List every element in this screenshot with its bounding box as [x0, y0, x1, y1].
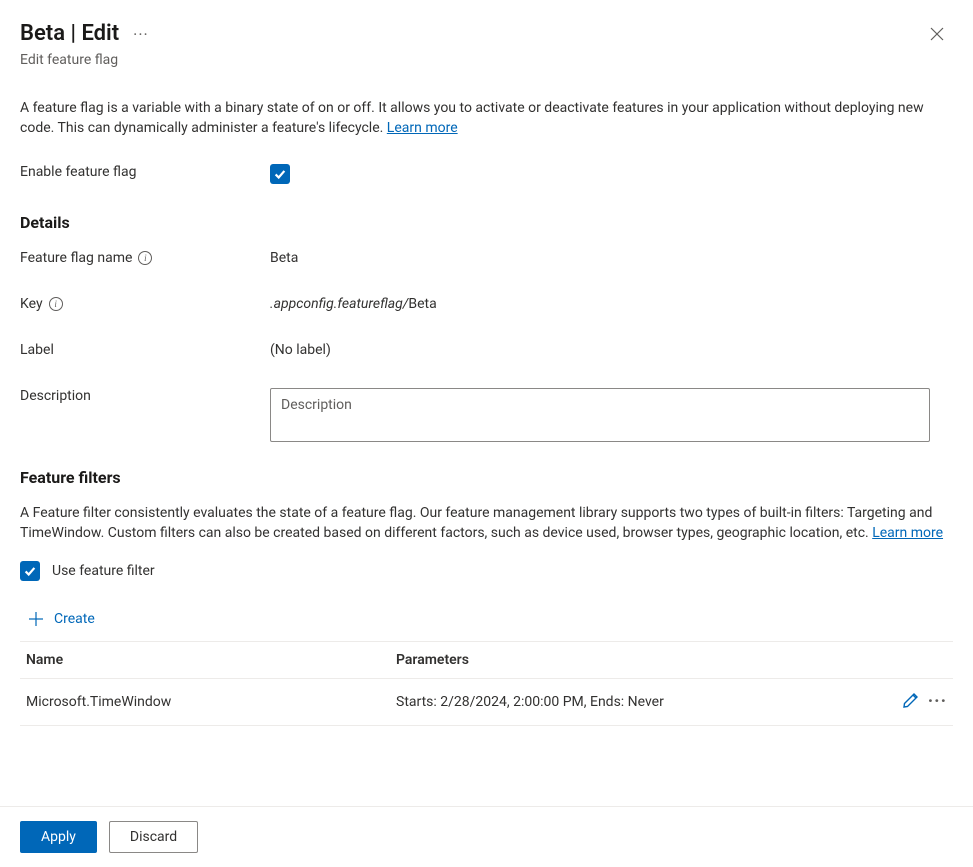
- check-icon: [23, 564, 37, 578]
- table-header: Name Parameters: [20, 642, 953, 679]
- info-icon[interactable]: i: [138, 251, 152, 265]
- filters-heading: Feature filters: [20, 468, 953, 487]
- create-filter-button[interactable]: Create: [20, 609, 95, 641]
- create-label: Create: [54, 611, 95, 627]
- name-value: Beta: [270, 248, 953, 266]
- apply-button[interactable]: Apply: [20, 821, 97, 853]
- key-name: Beta: [408, 296, 436, 312]
- more-menu-icon[interactable]: ···: [133, 25, 149, 44]
- label-label: Label: [20, 340, 270, 358]
- description-label: Description: [20, 386, 270, 404]
- close-button[interactable]: [921, 18, 953, 50]
- plus-icon: [28, 611, 44, 627]
- row-more-menu[interactable]: ···: [928, 693, 947, 711]
- intro-text: A feature flag is a variable with a bina…: [20, 98, 950, 138]
- key-label: Key: [20, 296, 43, 312]
- page-title: Beta | Edit: [20, 20, 119, 48]
- page-subtitle: Edit feature flag: [20, 52, 953, 68]
- col-params-header: Parameters: [376, 652, 877, 668]
- filters-table: Name Parameters Microsoft.TimeWindow Sta…: [20, 641, 953, 726]
- filters-description-body: A Feature filter consistently evaluates …: [20, 505, 932, 541]
- use-filter-checkbox[interactable]: [20, 561, 40, 581]
- check-icon: [273, 167, 287, 181]
- filter-params-cell: Starts: 2/28/2024, 2:00:00 PM, Ends: Nev…: [376, 694, 877, 710]
- key-value: .appconfig.featureflag/Beta: [270, 294, 953, 312]
- discard-button[interactable]: Discard: [109, 821, 198, 853]
- close-icon: [930, 27, 944, 41]
- col-name-header: Name: [26, 652, 376, 668]
- filter-name-cell: Microsoft.TimeWindow: [26, 694, 376, 710]
- enable-flag-label: Enable feature flag: [20, 162, 270, 180]
- enable-flag-checkbox[interactable]: [270, 164, 290, 184]
- edit-filter-button[interactable]: [902, 691, 920, 713]
- filters-description: A Feature filter consistently evaluates …: [20, 503, 950, 543]
- filters-learn-more-link[interactable]: Learn more: [872, 525, 943, 541]
- label-value: (No label): [270, 340, 953, 358]
- intro-learn-more-link[interactable]: Learn more: [387, 120, 458, 136]
- table-row: Microsoft.TimeWindow Starts: 2/28/2024, …: [20, 679, 953, 726]
- use-filter-label: Use feature filter: [52, 563, 155, 579]
- key-prefix: .appconfig.featureflag/: [270, 296, 408, 312]
- intro-body: A feature flag is a variable with a bina…: [20, 100, 924, 136]
- description-input[interactable]: [270, 388, 930, 442]
- name-label: Feature flag name: [20, 250, 132, 266]
- info-icon[interactable]: i: [49, 297, 63, 311]
- footer: Apply Discard: [0, 806, 973, 867]
- details-heading: Details: [20, 213, 953, 232]
- pencil-icon: [902, 691, 920, 709]
